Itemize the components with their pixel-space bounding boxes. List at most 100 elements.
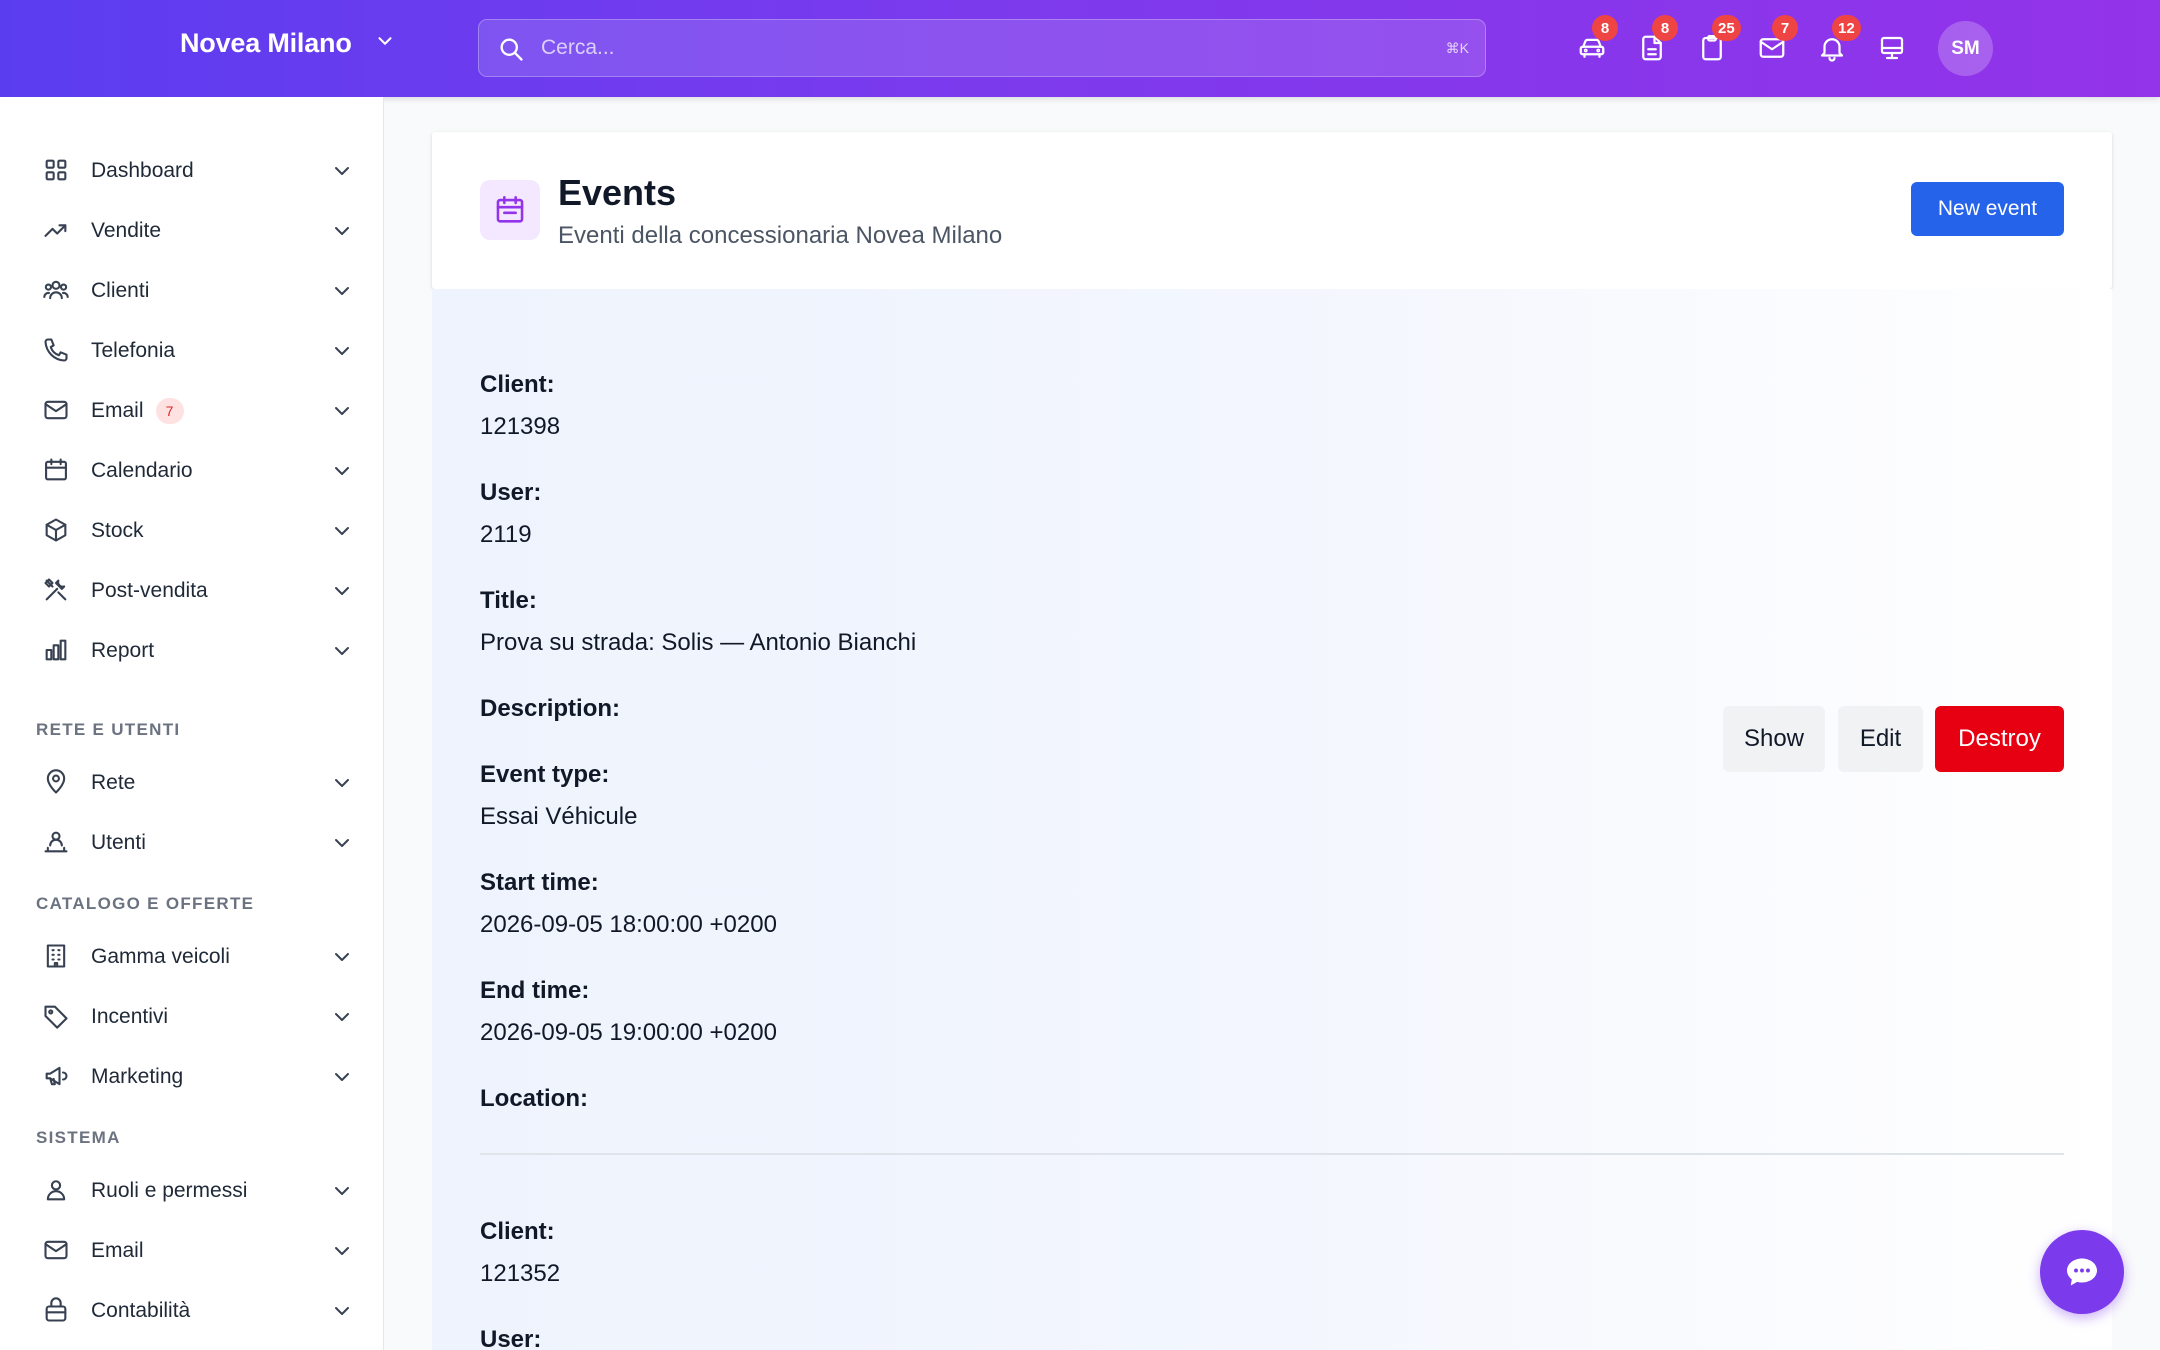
sidebar-item-incentivi[interactable]: Incentivi [24, 989, 354, 1045]
messages-button[interactable]: 7 [1754, 15, 1798, 66]
sidebar-item-label: Gamma veicoli [91, 945, 230, 968]
sidebar-item-telefonia[interactable]: Telefonia [24, 323, 354, 379]
sidebar-item-contabilita[interactable]: Contabilità [24, 1283, 354, 1339]
chevron-down-icon [330, 1005, 354, 1029]
sidebar-item-email[interactable]: Email 7 [24, 383, 354, 439]
client-value: 121398 [480, 413, 561, 440]
sidebar-item-label: Telefonia [91, 339, 176, 362]
chevron-down-icon [330, 159, 354, 183]
events-list: Client: 121398 User: 2119 Title: Prova s… [432, 289, 2112, 1350]
messages-badge: 7 [1772, 15, 1798, 41]
tasks-button[interactable]: 25 [1694, 15, 1741, 66]
vehicles-badge: 8 [1592, 15, 1618, 41]
sidebar-item-rete[interactable]: Rete [24, 755, 354, 811]
search-icon [500, 38, 523, 61]
sidebar-item-label: Calendario [91, 459, 193, 482]
users-icon [42, 276, 72, 306]
client-label: Client: [480, 1218, 555, 1245]
chevron-down-icon [374, 30, 396, 57]
search-box[interactable]: ⌘K [478, 19, 1486, 77]
chevron-down-icon [330, 1239, 354, 1263]
sidebar-item-report[interactable]: Report [24, 623, 354, 679]
sidebar-item-email-system[interactable]: Email [24, 1223, 354, 1279]
description-label: Description: [480, 695, 621, 722]
sidebar-item-label: Post-vendita [91, 579, 208, 602]
start-time-label: Start time: [480, 869, 599, 896]
cube-icon [42, 516, 72, 546]
sidebar-item-label: Dashboard [91, 159, 194, 182]
calendar-icon [42, 456, 72, 486]
sidebar-item-dashboard[interactable]: Dashboard [24, 143, 354, 199]
sidebar: Dashboard Vendite Clienti Telefonia Emai… [0, 97, 384, 1350]
sidebar-item-label: Ruoli e permessi [91, 1179, 248, 1202]
sidebar-item-calendario[interactable]: Calendario [24, 443, 354, 499]
vehicles-button[interactable]: 8 [1574, 15, 1618, 66]
chevron-down-icon [330, 831, 354, 855]
documents-button[interactable]: 8 [1634, 15, 1678, 66]
documents-badge: 8 [1652, 15, 1678, 41]
lock-bag-icon [42, 1296, 72, 1326]
grid-icon [42, 156, 72, 186]
top-navigation-bar: Novea Milano ⌘K 8 8 25 7 12 SM [0, 0, 2160, 97]
display-button[interactable] [1874, 30, 1910, 66]
new-event-button[interactable]: New event [1911, 182, 2064, 236]
sidebar-item-label: Clienti [91, 279, 150, 302]
location-label: Location: [480, 1085, 588, 1112]
chevron-down-icon [330, 519, 354, 543]
destroy-button[interactable]: Destroy [1935, 706, 2064, 772]
user-group-icon [42, 828, 72, 858]
search-shortcut-hint: ⌘K [1445, 40, 1469, 56]
map-pin-icon [42, 768, 72, 798]
section-heading-network: RETE E UTENTI [36, 720, 181, 739]
chevron-down-icon [330, 339, 354, 363]
sidebar-item-label: Contabilità [91, 1299, 191, 1322]
sidebar-item-marketing[interactable]: Marketing [24, 1049, 354, 1105]
sidebar-item-clienti[interactable]: Clienti [24, 263, 354, 319]
user-value: 2119 [480, 521, 532, 548]
chat-bubble-icon [2067, 1258, 2097, 1286]
chevron-down-icon [330, 945, 354, 969]
dealership-switcher[interactable]: Novea Milano [180, 28, 396, 59]
sidebar-item-label: Incentivi [91, 1005, 169, 1028]
sidebar-item-ruoli-permessi[interactable]: Ruoli e permessi [24, 1163, 354, 1219]
chat-button[interactable] [2040, 1230, 2124, 1314]
user-label: User: [480, 479, 542, 506]
title-value: Prova su strada: Solis — Antonio Bianchi [480, 629, 917, 656]
monitor-icon [1880, 36, 1904, 60]
megaphone-icon [42, 1062, 72, 1092]
sidebar-item-post-vendita[interactable]: Post-vendita [24, 563, 354, 619]
end-time-value: 2026-09-05 19:00:00 +0200 [480, 1019, 777, 1046]
chevron-down-icon [330, 771, 354, 795]
page-header: Events Eventi della concessionaria Novea… [432, 132, 2112, 289]
client-value: 121352 [480, 1260, 561, 1287]
chevron-down-icon [330, 279, 354, 303]
tools-icon [42, 576, 72, 606]
chevron-down-icon [330, 219, 354, 243]
sidebar-item-vendite[interactable]: Vendite [24, 203, 354, 259]
chevron-down-icon [330, 639, 354, 663]
sidebar-item-gamma-veicoli[interactable]: Gamma veicoli [24, 929, 354, 985]
sidebar-item-label: Stock [91, 519, 144, 542]
user-icon [42, 1176, 72, 1206]
user-avatar[interactable]: SM [1938, 21, 1993, 76]
sidebar-item-label: Marketing [91, 1065, 184, 1088]
chevron-down-icon [330, 579, 354, 603]
edit-button[interactable]: Edit [1838, 706, 1923, 772]
sidebar-item-stock[interactable]: Stock [24, 503, 354, 559]
event-type-value: Essai Véhicule [480, 803, 638, 830]
section-heading-system: SISTEMA [36, 1128, 121, 1147]
notifications-badge: 12 [1832, 15, 1861, 41]
sidebar-item-label: Report [91, 639, 155, 662]
trending-up-icon [42, 216, 72, 246]
page-title: Events [558, 172, 677, 213]
mail-icon [42, 1236, 72, 1266]
event-type-label: Event type: [480, 761, 610, 788]
tasks-badge: 25 [1712, 15, 1741, 41]
notifications-button[interactable]: 12 [1814, 15, 1861, 66]
sidebar-item-utenti[interactable]: Utenti [24, 815, 354, 871]
phone-icon [42, 336, 72, 366]
title-label: Title: [480, 587, 537, 614]
search-input[interactable] [541, 20, 1391, 76]
chevron-down-icon [330, 399, 354, 423]
show-button[interactable]: Show [1723, 706, 1825, 772]
